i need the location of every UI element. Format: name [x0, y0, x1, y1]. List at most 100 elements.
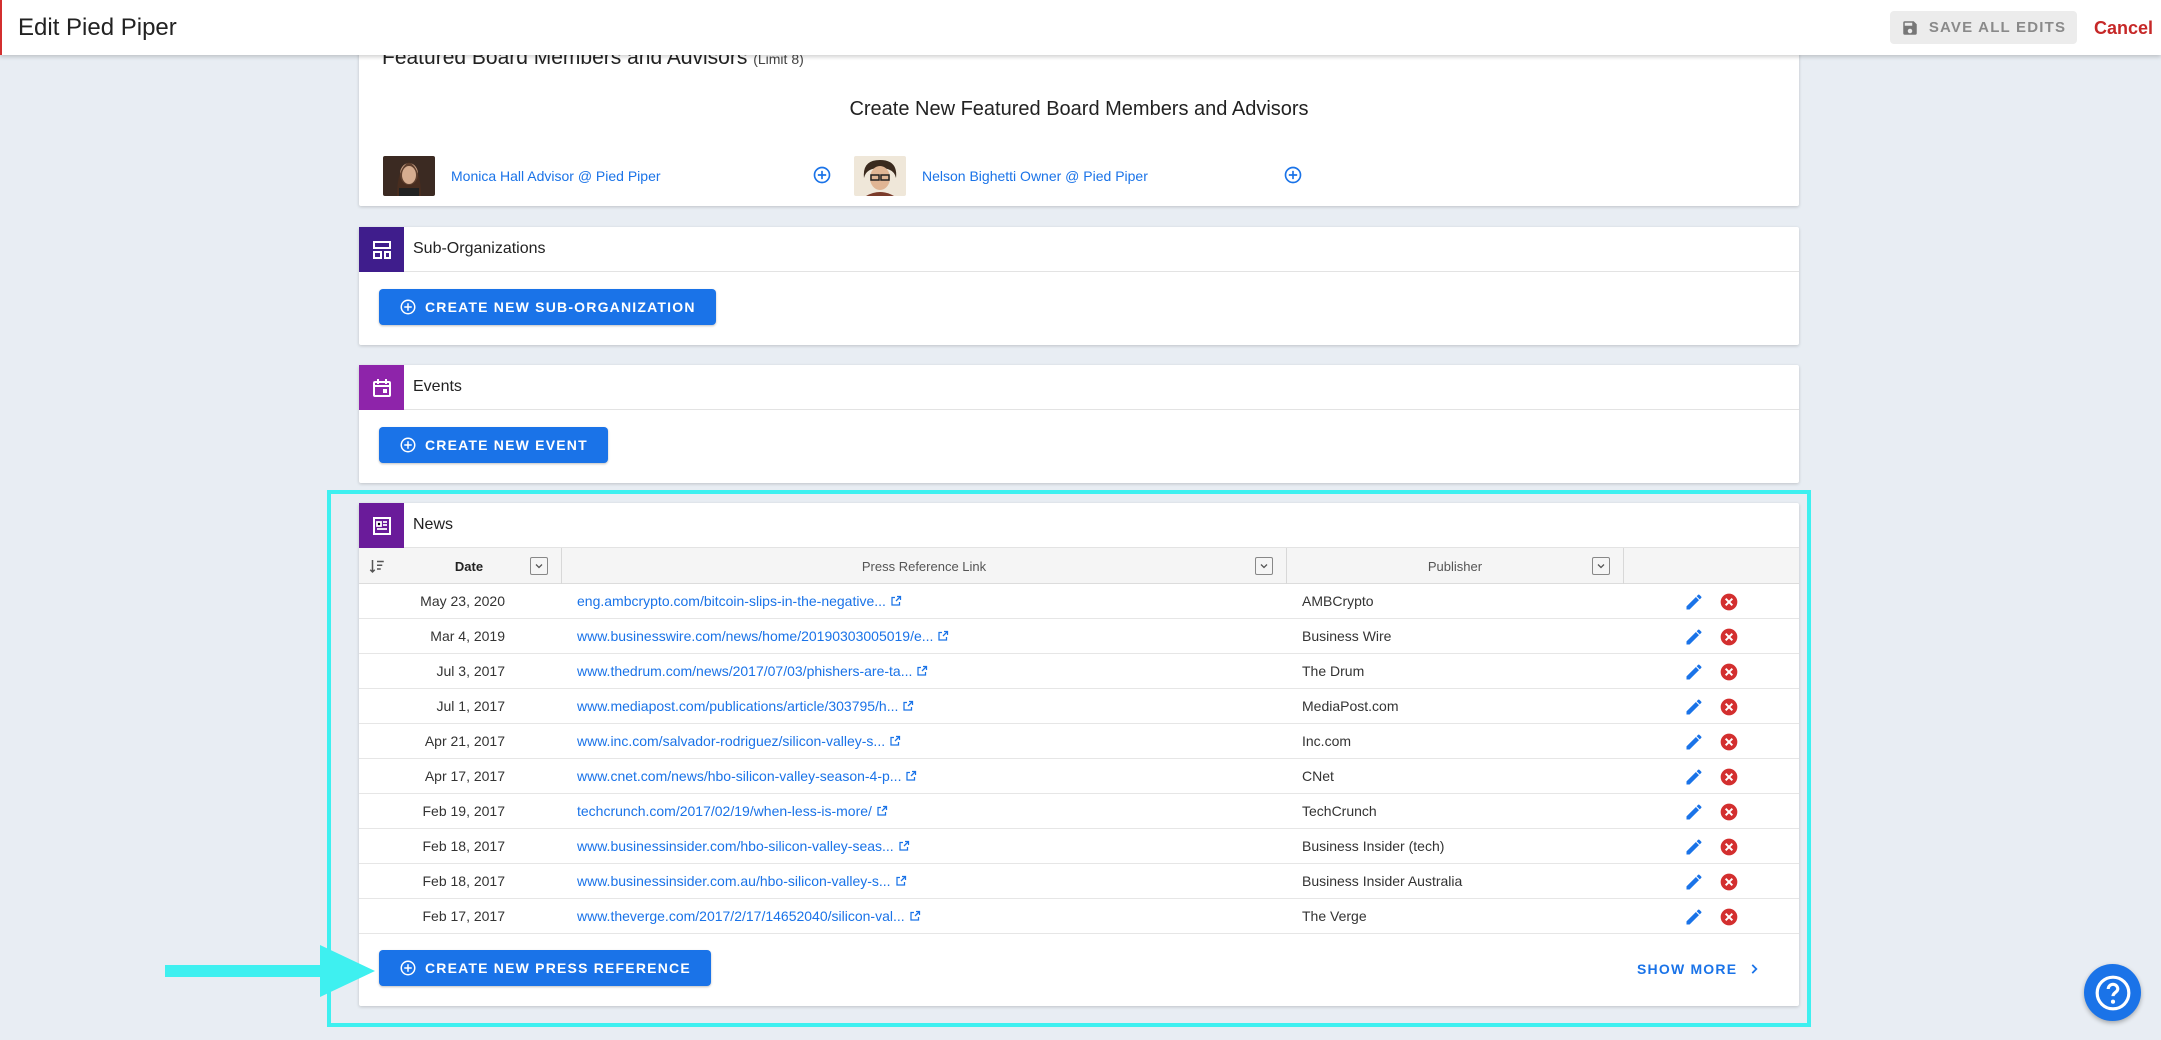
pencil-icon[interactable]: [1684, 592, 1704, 612]
newspaper-icon: [359, 503, 404, 548]
add-circle-icon: [400, 960, 416, 976]
add-circle-icon[interactable]: [812, 165, 832, 185]
create-press-reference-button[interactable]: CREATE NEW PRESS REFERENCE: [379, 950, 711, 986]
external-link-icon: [917, 665, 928, 676]
external-link-icon: [910, 910, 920, 921]
add-circle-icon[interactable]: [1283, 165, 1303, 185]
create-event-button[interactable]: CREATE NEW EVENT: [379, 427, 608, 463]
save-all-edits-button[interactable]: SAVE ALL EDITS: [1890, 11, 2077, 44]
press-reference-link-text[interactable]: eng.ambcrypto.com/bitcoin-slips-in-the-n…: [577, 593, 886, 609]
page-title: Edit Pied Piper: [18, 14, 177, 41]
row-publisher: Business Wire: [1302, 628, 1392, 644]
press-reference-link-text[interactable]: www.businessinsider.com/hbo-silicon-vall…: [577, 838, 894, 854]
pencil-icon[interactable]: [1684, 627, 1704, 647]
add-circle-icon: [400, 437, 416, 453]
sort-icon[interactable]: [368, 557, 386, 575]
sub-organizations-card: Sub-Organizations CREATE NEW SUB-ORGANIZ…: [359, 227, 1799, 345]
column-divider[interactable]: [1623, 548, 1624, 584]
press-reference-link[interactable]: www.mediapost.com/publications/article/3…: [577, 698, 914, 714]
press-reference-link-text[interactable]: www.thedrum.com/news/2017/07/03/phishers…: [577, 663, 912, 679]
press-reference-link[interactable]: www.cnet.com/news/hbo-silicon-valley-sea…: [577, 768, 917, 784]
press-reference-link-text[interactable]: www.cnet.com/news/hbo-silicon-valley-sea…: [577, 768, 901, 784]
pencil-icon[interactable]: [1684, 732, 1704, 752]
press-reference-link[interactable]: www.businessinsider.com/hbo-silicon-vall…: [577, 838, 910, 854]
press-reference-link[interactable]: www.thedrum.com/news/2017/07/03/phishers…: [577, 663, 928, 679]
member-name[interactable]: Monica Hall Advisor @ Pied Piper: [451, 168, 661, 184]
pencil-icon[interactable]: [1684, 802, 1704, 822]
row-publisher: The Verge: [1302, 908, 1367, 924]
press-reference-link[interactable]: www.businesswire.com/news/home/201903030…: [577, 628, 949, 644]
avatar: [854, 156, 906, 196]
external-link-icon: [877, 805, 888, 816]
calendar-icon: [359, 365, 404, 410]
create-sub-organization-button[interactable]: CREATE NEW SUB-ORGANIZATION: [379, 289, 716, 325]
press-reference-link[interactable]: www.businessinsider.com.au/hbo-silicon-v…: [577, 873, 907, 889]
pencil-icon[interactable]: [1684, 662, 1704, 682]
press-reference-link[interactable]: techcrunch.com/2017/02/19/when-less-is-m…: [577, 803, 888, 819]
avatar: [383, 156, 435, 196]
column-header-link[interactable]: Press Reference Link: [562, 548, 1286, 584]
delete-circle-icon[interactable]: [1719, 592, 1739, 612]
publisher-filter-dropdown[interactable]: [1592, 557, 1610, 575]
member-card[interactable]: Nelson Bighetti Owner @ Pied Piper: [854, 156, 1148, 196]
date-filter-dropdown[interactable]: [530, 557, 548, 575]
delete-circle-icon[interactable]: [1719, 627, 1739, 647]
events-title: Events: [413, 378, 462, 395]
press-reference-link-text[interactable]: www.mediapost.com/publications/article/3…: [577, 698, 898, 714]
column-header-publisher[interactable]: Publisher: [1287, 548, 1623, 584]
pencil-icon[interactable]: [1684, 697, 1704, 717]
delete-circle-icon[interactable]: [1719, 802, 1739, 822]
press-reference-link[interactable]: eng.ambcrypto.com/bitcoin-slips-in-the-n…: [577, 593, 902, 609]
row-publisher: TechCrunch: [1302, 803, 1377, 819]
press-reference-link-text[interactable]: www.inc.com/salvador-rodriguez/silicon-v…: [577, 733, 885, 749]
delete-circle-icon[interactable]: [1719, 697, 1739, 717]
pencil-icon[interactable]: [1684, 767, 1704, 787]
column-header-date[interactable]: Date: [399, 548, 539, 584]
delete-circle-icon[interactable]: [1719, 662, 1739, 682]
delete-circle-icon[interactable]: [1719, 732, 1739, 752]
member-name[interactable]: Nelson Bighetti Owner @ Pied Piper: [922, 168, 1148, 184]
row-publisher: The Drum: [1302, 663, 1365, 679]
show-more-button[interactable]: SHOW MORE: [1637, 961, 1761, 977]
create-event-label: CREATE NEW EVENT: [425, 437, 588, 453]
sub-organizations-header: Sub-Organizations: [359, 227, 1799, 272]
cancel-button[interactable]: Cancel: [2094, 18, 2153, 39]
press-reference-link-text[interactable]: www.businessinsider.com.au/hbo-silicon-v…: [577, 873, 891, 889]
delete-circle-icon[interactable]: [1719, 907, 1739, 927]
link-filter-dropdown[interactable]: [1255, 557, 1273, 575]
press-reference-link-text[interactable]: www.businesswire.com/news/home/201903030…: [577, 628, 933, 644]
pointer-arrow-icon: [165, 945, 375, 997]
press-reference-link[interactable]: www.theverge.com/2017/2/17/14652040/sili…: [577, 908, 921, 924]
sub-organizations-title: Sub-Organizations: [413, 240, 546, 257]
table-row: Jul 1, 2017 www.mediapost.com/publication…: [359, 689, 1799, 724]
press-reference-link-text[interactable]: techcrunch.com/2017/02/19/when-less-is-m…: [577, 803, 872, 819]
delete-circle-icon[interactable]: [1719, 837, 1739, 857]
pencil-icon[interactable]: [1684, 907, 1704, 927]
press-reference-link[interactable]: www.inc.com/salvador-rodriguez/silicon-v…: [577, 733, 901, 749]
create-press-reference-label: CREATE NEW PRESS REFERENCE: [425, 960, 691, 976]
help-icon: [2095, 975, 2130, 1010]
table-row: Jul 3, 2017 www.thedrum.com/news/2017/07/…: [359, 654, 1799, 689]
news-card: News Date Press Reference Link Publisher…: [359, 503, 1799, 1006]
external-link-icon: [906, 770, 917, 781]
row-date: Mar 4, 2019: [430, 628, 505, 644]
dropdown-filter-icon: [1260, 564, 1268, 569]
row-date: Jul 3, 2017: [436, 663, 506, 679]
pencil-icon[interactable]: [1684, 837, 1704, 857]
help-button[interactable]: [2084, 964, 2141, 1021]
row-date: Apr 17, 2017: [424, 768, 505, 784]
row-date: Jul 1, 2017: [436, 698, 506, 714]
table-row: Feb 19, 2017 techcrunch.com/2017/02/19/wh…: [359, 794, 1799, 829]
pencil-icon[interactable]: [1684, 872, 1704, 892]
external-link-icon: [895, 875, 906, 886]
table-row: Apr 21, 2017 www.inc.com/salvador-rodrigu…: [359, 724, 1799, 759]
dropdown-filter-icon: [535, 564, 543, 569]
delete-circle-icon[interactable]: [1719, 767, 1739, 787]
row-date: Apr 21, 2017: [424, 733, 505, 749]
row-publisher: Business Insider (tech): [1302, 838, 1445, 854]
delete-circle-icon[interactable]: [1719, 872, 1739, 892]
press-reference-link-text[interactable]: www.theverge.com/2017/2/17/14652040/sili…: [577, 908, 905, 924]
member-card[interactable]: Monica Hall Advisor @ Pied Piper: [383, 156, 661, 196]
floppy-disk-icon: [1903, 20, 1917, 35]
table-row: Feb 18, 2017 www.businessinsider.com/hbo-…: [359, 829, 1799, 864]
